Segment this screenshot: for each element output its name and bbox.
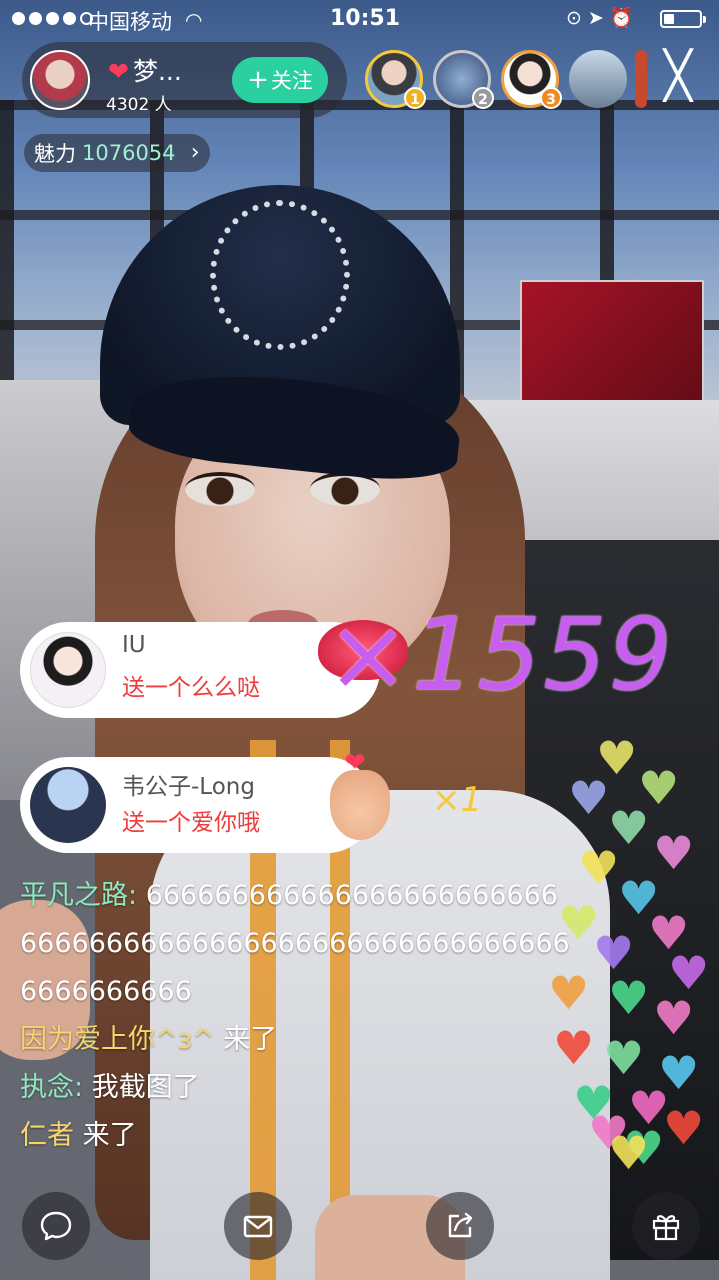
heart-icon: ♥ (578, 841, 620, 895)
status-bar: 中国移动 ◠ 10:51 ⊙➤⏰ (0, 0, 719, 40)
chat-message: 平凡之路: 6666666666666666666666666666666666… (20, 872, 575, 1016)
floating-hearts: ♥ ♥ ♥ ♥ ♥ ♥ ♥ ♥ ♥ ♥ ♥ ♥ ♥ ♥ ♥ ♥ ♥ ♥ ♥ ♥ … (548, 735, 719, 1180)
host-avatar[interactable] (30, 50, 90, 110)
chat-message: 因为爱上你^з^ 来了 (20, 1016, 575, 1064)
gift-sender-name: IU (122, 632, 146, 658)
charm-value: 1076054 (82, 141, 176, 165)
heart-icon: ♥ (668, 946, 710, 1000)
chat-message: 执念: 我截图了 (20, 1064, 575, 1112)
heart-icon: ♥ (608, 971, 650, 1025)
heart-icon: ♥ (568, 771, 610, 825)
gift-combo-count: ×1 (432, 780, 483, 820)
rank-badge: 1 (404, 87, 426, 109)
chat-nickname[interactable]: 仁者 (20, 1120, 74, 1151)
battery-icon (660, 10, 706, 28)
gift-message: 送一个么么哒 (122, 675, 260, 701)
audience-avatar-partial[interactable] (635, 50, 647, 108)
chat-nickname[interactable]: 因为爱上你^з^ (20, 1024, 215, 1055)
heart-icon: ♥ (653, 991, 695, 1045)
gift-button[interactable] (632, 1192, 700, 1260)
gift-message: 送一个爱你哦 (122, 810, 260, 836)
heart-icon: ♥ (548, 966, 590, 1020)
chat-text: 来了 (74, 1120, 137, 1151)
rank-badge: 3 (540, 87, 562, 109)
close-icon[interactable]: ╳ (655, 52, 701, 101)
rank-badge: 2 (472, 87, 494, 109)
orientation-lock-icon: ⊙ (566, 7, 588, 29)
wifi-icon: ◠ (185, 8, 203, 32)
gift-sender-avatar[interactable] (30, 632, 106, 708)
audience-avatar[interactable]: 3 (501, 50, 562, 109)
host-info-card[interactable]: ❤ 梦... 4302 人 + 关注 (22, 42, 347, 118)
chevron-right-icon: › (190, 140, 200, 165)
alarm-icon: ⏰ (609, 7, 640, 29)
gift-sender-name: 韦公子-Long (122, 774, 255, 800)
mail-icon (243, 1215, 273, 1238)
heart-icon: ♥ (603, 1031, 645, 1085)
charm-score-button[interactable]: 魅力 1076054 › (24, 134, 210, 172)
heart-icon: ❤ (108, 57, 129, 86)
gift-icon (652, 1215, 680, 1241)
signal-strength-icon (12, 12, 93, 25)
plus-icon: + (247, 65, 269, 95)
audience-avatar[interactable] (569, 50, 627, 108)
small-heart-icon: ❤ (344, 748, 366, 778)
carrier-name: 中国移动 (88, 10, 172, 34)
battery-level (664, 14, 674, 24)
follow-button[interactable]: + 关注 (232, 57, 328, 103)
chat-nickname[interactable]: 平凡之路: (20, 880, 137, 911)
chat-messages: 平凡之路: 6666666666666666666666666666666666… (20, 872, 575, 1160)
chat-bubble-icon (40, 1211, 72, 1241)
heart-icon: ♥ (593, 926, 635, 980)
gift-sender-avatar[interactable] (30, 767, 106, 843)
audience-avatar[interactable]: 2 (433, 50, 494, 109)
host-name: 梦... (132, 57, 182, 86)
heart-icon: ♥ (553, 1021, 595, 1075)
heart-icon: ♥ (608, 1126, 650, 1180)
share-button[interactable] (426, 1192, 494, 1260)
chat-text: 来了 (214, 1024, 278, 1055)
charm-label: 魅力 (34, 142, 76, 166)
heart-icon: ♥ (663, 1101, 705, 1155)
gift-combo-count: ×1559 (326, 596, 675, 713)
message-button[interactable] (224, 1192, 292, 1260)
gift-banner: 韦公子-Long 送一个爱你哦 (20, 757, 375, 853)
location-icon: ➤ (587, 7, 610, 29)
heart-icon: ♥ (653, 826, 695, 880)
audience-avatar[interactable]: 1 (365, 50, 426, 109)
chat-nickname[interactable]: 执念: (20, 1072, 83, 1103)
chat-text: 我截图了 (83, 1072, 200, 1103)
viewer-count: 4302 人 (106, 95, 172, 115)
status-time: 10:51 (330, 6, 401, 31)
chat-button[interactable] (22, 1192, 90, 1260)
share-icon (448, 1212, 473, 1238)
chat-message: 仁者 来了 (20, 1112, 575, 1160)
finger-heart-icon (330, 770, 390, 840)
follow-label: 关注 (270, 69, 313, 93)
